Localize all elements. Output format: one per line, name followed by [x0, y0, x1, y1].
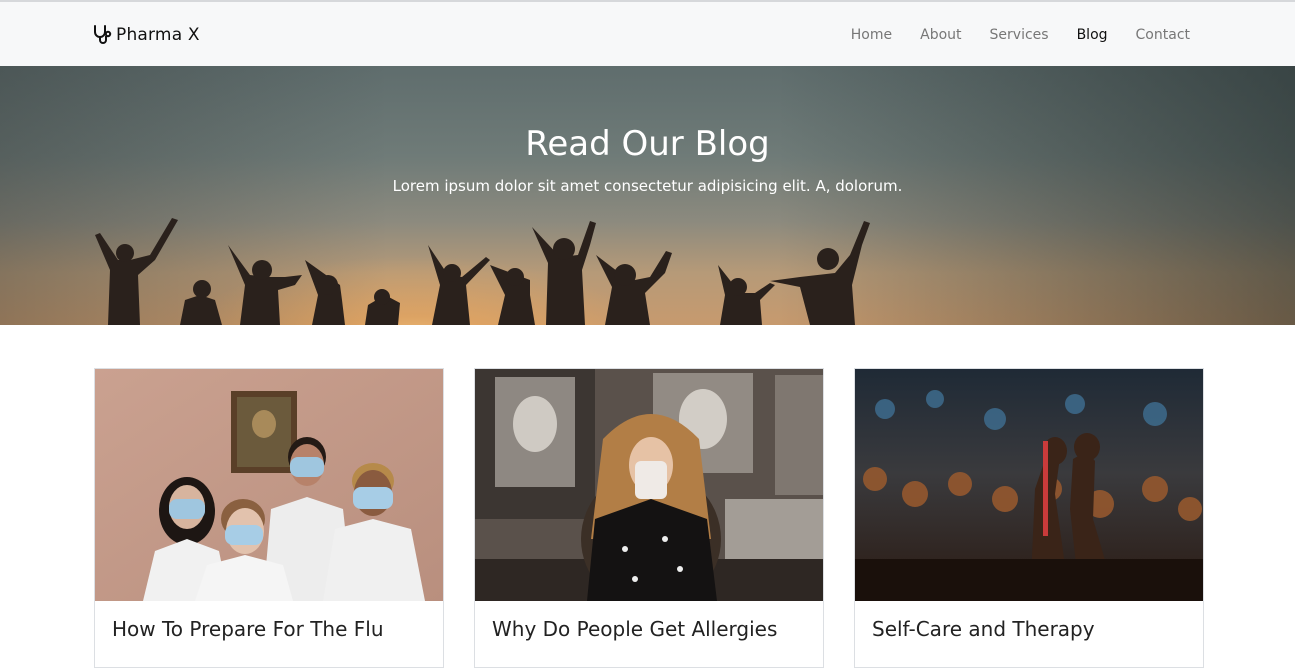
blog-card[interactable]: Self-Care and Therapy: [854, 368, 1204, 668]
nav-item-home: Home: [823, 25, 892, 45]
blog-card-title[interactable]: Self-Care and Therapy: [872, 617, 1095, 641]
nav-link-about[interactable]: About: [920, 25, 961, 45]
nav-item-blog: Blog: [1049, 25, 1108, 45]
main-nav: Home About Services Blog Contact: [823, 25, 1190, 45]
nav-item-about: About: [892, 25, 961, 45]
blog-card[interactable]: How To Prepare For The Flu: [94, 368, 444, 668]
nav-item-services: Services: [962, 25, 1049, 45]
nav-item-contact: Contact: [1108, 25, 1190, 45]
blog-card-title[interactable]: How To Prepare For The Flu: [112, 617, 384, 641]
crowd-silhouette-image: [95, 218, 870, 325]
hero-subtitle: Lorem ipsum dolor sit amet consectetur a…: [392, 177, 903, 195]
card-image: [475, 369, 823, 601]
hero-title: Read Our Blog: [525, 124, 770, 164]
brand-name: Pharma X: [116, 25, 200, 45]
nav-link-contact[interactable]: Contact: [1136, 25, 1190, 45]
stethoscope-icon: [94, 25, 112, 44]
blog-card-title[interactable]: Why Do People Get Allergies: [492, 617, 777, 641]
crowd-raising-fists-photo: [855, 369, 1203, 601]
card-image: [855, 369, 1203, 601]
hero-banner: Read Our Blog Lorem ipsum dolor sit amet…: [0, 66, 1295, 325]
brand-link[interactable]: Pharma X: [92, 22, 200, 48]
blog-card[interactable]: Why Do People Get Allergies: [474, 368, 824, 668]
people-wearing-face-masks-photo: [95, 369, 443, 601]
card-image: [95, 369, 443, 601]
nav-link-blog[interactable]: Blog: [1077, 25, 1108, 45]
woman-sneezing-into-tissue-photo: [475, 369, 823, 601]
navbar: Pharma X Home About Services Blog Contac…: [0, 0, 1295, 66]
nav-link-services[interactable]: Services: [990, 25, 1049, 45]
nav-link-home[interactable]: Home: [851, 25, 892, 45]
